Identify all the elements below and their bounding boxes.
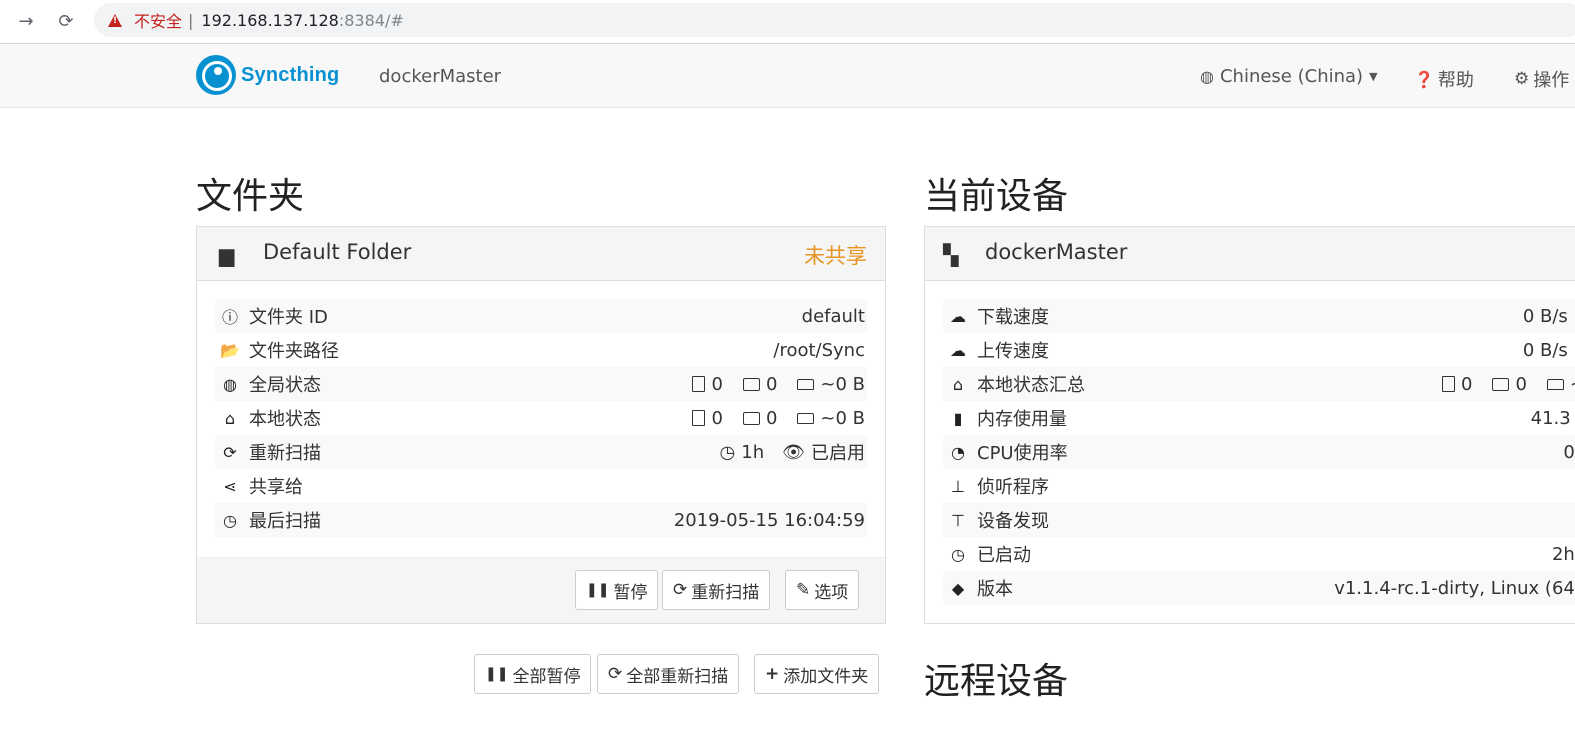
table-row: ⓘ 文件夹 ID default — [215, 299, 867, 333]
folder-icon: ▆ — [219, 243, 235, 267]
table-row: 📂 文件夹路径 /root/Sync — [215, 333, 867, 367]
folder-title: Default Folder — [263, 240, 412, 264]
warning-icon: ! — [108, 13, 122, 27]
clock-icon: ◷ — [223, 510, 237, 530]
folders-heading: 文件夹 — [196, 176, 305, 217]
table-row: ⋖ 共享给 — [215, 469, 867, 503]
actions-menu[interactable]: ⚙ 操作 — [1514, 66, 1569, 92]
sitemap-icon: ⊥ — [951, 476, 965, 496]
reload-icon[interactable]: ⟳ — [52, 7, 80, 35]
options-button[interactable]: ✎ 选项 — [785, 570, 860, 610]
remote-devices-heading: 远程设备 — [924, 661, 1069, 702]
browser-toolbar: → ⟳ ! 不安全 | 192.168.137.128 :8384/# — [0, 0, 1575, 44]
folder-status: 未共享 — [804, 244, 867, 268]
clock-icon: ◷ — [951, 544, 965, 564]
language-label: Chinese (China) — [1219, 66, 1364, 87]
device-title: dockerMaster — [985, 240, 1128, 264]
file-icon — [692, 376, 706, 392]
signpost-icon: ⊤ — [951, 510, 965, 530]
brand-name: Syncthing — [241, 63, 340, 86]
identicon-icon: ▚ — [943, 243, 959, 267]
pause-icon: ❚❚ — [485, 666, 509, 682]
device-panel-heading[interactable]: ▚ dockerMaster — [925, 227, 1575, 281]
question-circle-icon: ❓ — [1414, 69, 1434, 89]
table-row: ◷ 已启动 2h 4 — [943, 537, 1575, 571]
this-device-heading: 当前设备 — [924, 176, 1069, 217]
folder-panel: ▆ Default Folder 未共享 ⓘ 文件夹 ID default 📂 … — [196, 226, 886, 624]
table-row: ◔ CPU使用率 0.0 — [943, 435, 1575, 469]
hdd-icon — [797, 412, 815, 424]
cloud-upload-icon: ☁ — [950, 340, 966, 360]
folder-outline-icon — [1492, 377, 1510, 391]
folder-open-icon: 📂 — [220, 340, 240, 360]
globe-icon: ◍ — [223, 374, 237, 394]
rescan-all-button[interactable]: ⟳ 全部重新扫描 — [597, 654, 740, 694]
rescan-button[interactable]: ⟳ 重新扫描 — [662, 570, 771, 610]
table-row: ⊥ 侦听程序 2 — [943, 469, 1575, 503]
table-row: ⌂ 本地状态 0 0 ~0 B — [215, 401, 867, 435]
brand[interactable]: Syncthing — [196, 55, 339, 95]
actions-label: 操作 — [1533, 70, 1570, 91]
hdd-icon — [797, 378, 815, 390]
refresh-icon: ⟳ — [223, 442, 237, 462]
globe-icon: ◍ — [1200, 67, 1214, 86]
clock-icon: ◷ — [719, 441, 736, 463]
dashboard-icon: ◔ — [951, 442, 965, 462]
info-icon: ⓘ — [221, 308, 238, 327]
syncthing-logo-icon — [196, 55, 236, 95]
gear-icon: ⚙ — [1514, 69, 1530, 89]
refresh-icon: ⟳ — [608, 664, 623, 684]
pause-icon: ❚❚ — [586, 582, 610, 598]
table-row: ◍ 全局状态 0 0 ~0 B — [215, 367, 867, 401]
help-menu[interactable]: ❓ 帮助 — [1414, 66, 1474, 92]
insecure-label: 不安全 — [134, 12, 183, 31]
table-row: ◆ 版本 v1.1.4-rc.1-dirty, Linux (64 b — [943, 571, 1575, 605]
memory-icon: ▮ — [953, 408, 963, 428]
share-icon: ⋖ — [223, 476, 237, 496]
file-icon — [1441, 376, 1455, 392]
pause-button[interactable]: ❚❚ 暂停 — [575, 570, 659, 610]
table-row: ⊤ 设备发现 2 — [943, 503, 1575, 537]
file-icon — [692, 410, 706, 426]
folder-panel-heading[interactable]: ▆ Default Folder 未共享 — [197, 227, 885, 281]
navbar-device-name: dockerMaster — [379, 66, 502, 87]
folder-outline-icon — [742, 377, 760, 391]
url-port-path: :8384/# — [338, 10, 404, 30]
address-bar[interactable]: ! 不安全 | 192.168.137.128 :8384/# — [94, 3, 1575, 37]
pencil-icon: ✎ — [796, 580, 811, 600]
folder-outline-icon — [742, 411, 760, 425]
url-host: 192.168.137.128 — [201, 10, 339, 30]
forward-icon[interactable]: → — [12, 7, 40, 35]
app-navbar: Syncthing dockerMaster ◍ Chinese (China)… — [0, 44, 1575, 108]
table-row: ▮ 内存使用量 41.3 M — [943, 401, 1575, 435]
table-row: ⟳ 重新扫描 ◷ 1h 👁 已启用 — [215, 435, 867, 469]
folder-info-table: ⓘ 文件夹 ID default 📂 文件夹路径 /root/Sync ◍ 全局… — [215, 299, 867, 537]
home-icon: ⌂ — [224, 408, 236, 428]
caret-down-icon: ▼ — [1369, 70, 1378, 83]
device-info-table: ☁ 下载速度 0 B/s (0 ☁ 上传速度 0 B/s (0 ⌂ 本地状态汇总… — [943, 299, 1575, 605]
table-row: ◷ 最后扫描 2019-05-15 16:04:59 — [215, 503, 867, 537]
plus-icon: + — [765, 664, 780, 684]
eye-icon: 👁 — [782, 441, 805, 463]
table-row: ☁ 上传速度 0 B/s (0 — [943, 333, 1575, 367]
pause-all-button[interactable]: ❚❚ 全部暂停 — [474, 654, 592, 694]
cloud-download-icon: ☁ — [950, 306, 966, 326]
tag-icon: ◆ — [951, 578, 965, 598]
table-row: ⌂ 本地状态汇总 0 0 ~( — [943, 367, 1575, 401]
language-menu[interactable]: ◍ Chinese (China) ▼ — [1200, 66, 1378, 87]
help-label: 帮助 — [1437, 70, 1474, 91]
refresh-icon: ⟳ — [673, 580, 688, 600]
table-row: ☁ 下载速度 0 B/s (0 — [943, 299, 1575, 333]
add-folder-button[interactable]: + 添加文件夹 — [754, 654, 880, 694]
folder-panel-footer: ❚❚ 暂停 ⟳ 重新扫描 ✎ 选项 — [197, 557, 885, 623]
device-panel: ▚ dockerMaster ☁ 下载速度 0 B/s (0 ☁ 上传速度 0 … — [924, 226, 1575, 624]
home-icon: ⌂ — [952, 374, 964, 394]
hdd-icon — [1546, 378, 1564, 390]
